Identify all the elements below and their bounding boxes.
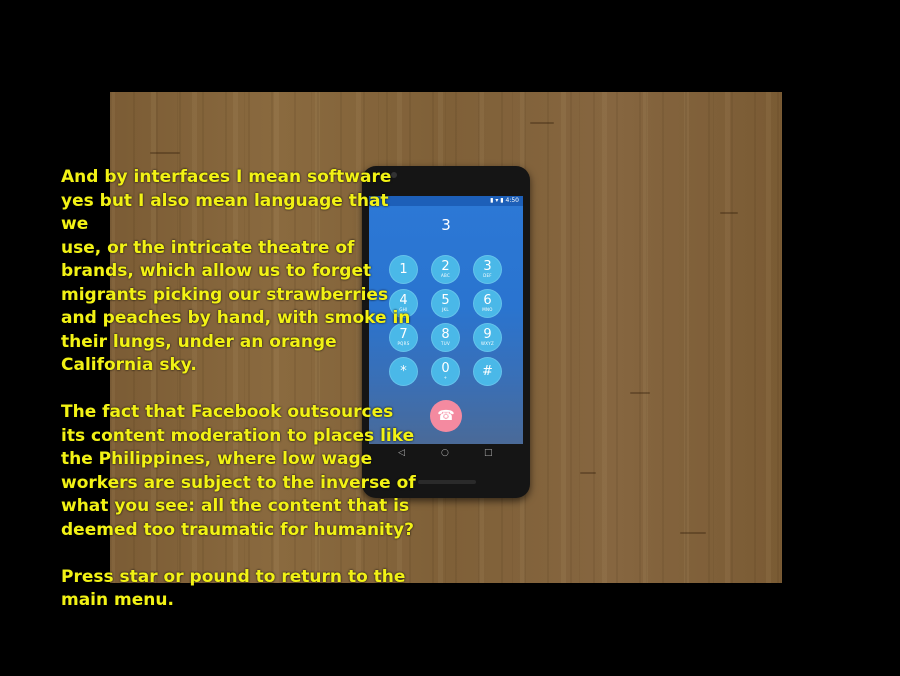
status-time: 4:50	[505, 197, 519, 204]
dial-key-digit: 2	[441, 259, 450, 274]
dial-key[interactable]: 0 +	[431, 357, 460, 386]
dial-key[interactable]: 5 JKL	[431, 289, 460, 318]
dial-key-letters: JKL	[442, 307, 449, 312]
overlay-paragraph: And by interfaces I mean software yes bu…	[61, 167, 411, 375]
overlay-paragraph: Press star or pound to return to the mai…	[61, 566, 406, 611]
wood-grain	[720, 212, 738, 214]
dial-key-digit: 0	[441, 361, 450, 376]
wood-grain	[530, 122, 554, 124]
dial-key-digit: #	[482, 364, 493, 379]
dial-key[interactable]: 3 DEF	[473, 255, 502, 284]
dial-key[interactable]: #	[473, 357, 502, 386]
dial-key-letters: ABC	[440, 273, 451, 278]
dial-key-digit: 5	[441, 293, 450, 308]
dial-key-letters: DEF	[483, 273, 492, 278]
dial-key-digit: 6	[483, 293, 492, 308]
dial-key-letters: WXYZ	[480, 341, 495, 346]
dial-key[interactable]: 9 WXYZ	[473, 323, 502, 352]
status-icons: ▮ ▾ ▮ 4:50	[490, 197, 519, 204]
bottom-speaker	[418, 480, 476, 484]
dial-key-letters: MNO	[482, 307, 493, 312]
dial-key[interactable]: 2 ABC	[431, 255, 460, 284]
wood-grain	[580, 472, 596, 474]
wood-grain	[630, 392, 650, 394]
wood-grain	[680, 532, 706, 534]
overlay-paragraph: The fact that Facebook outsources its co…	[61, 402, 416, 540]
dial-key-letters: +	[443, 375, 448, 380]
phone-hangup-icon: ☎	[437, 408, 455, 424]
dial-key[interactable]: 8 TUV	[431, 323, 460, 352]
overlay-text: And by interfaces I mean software yes bu…	[61, 166, 421, 636]
dial-key-digit: 8	[441, 327, 450, 342]
dial-key[interactable]: 6 MNO	[473, 289, 502, 318]
recents-icon[interactable]: □	[484, 448, 493, 458]
dial-key-digit: 3	[483, 259, 492, 274]
home-icon[interactable]: ○	[441, 448, 449, 458]
wood-grain	[150, 152, 180, 154]
dial-key-digit: 9	[483, 327, 492, 342]
end-call-button[interactable]: ☎	[430, 400, 462, 432]
dial-key-letters: TUV	[440, 341, 450, 346]
